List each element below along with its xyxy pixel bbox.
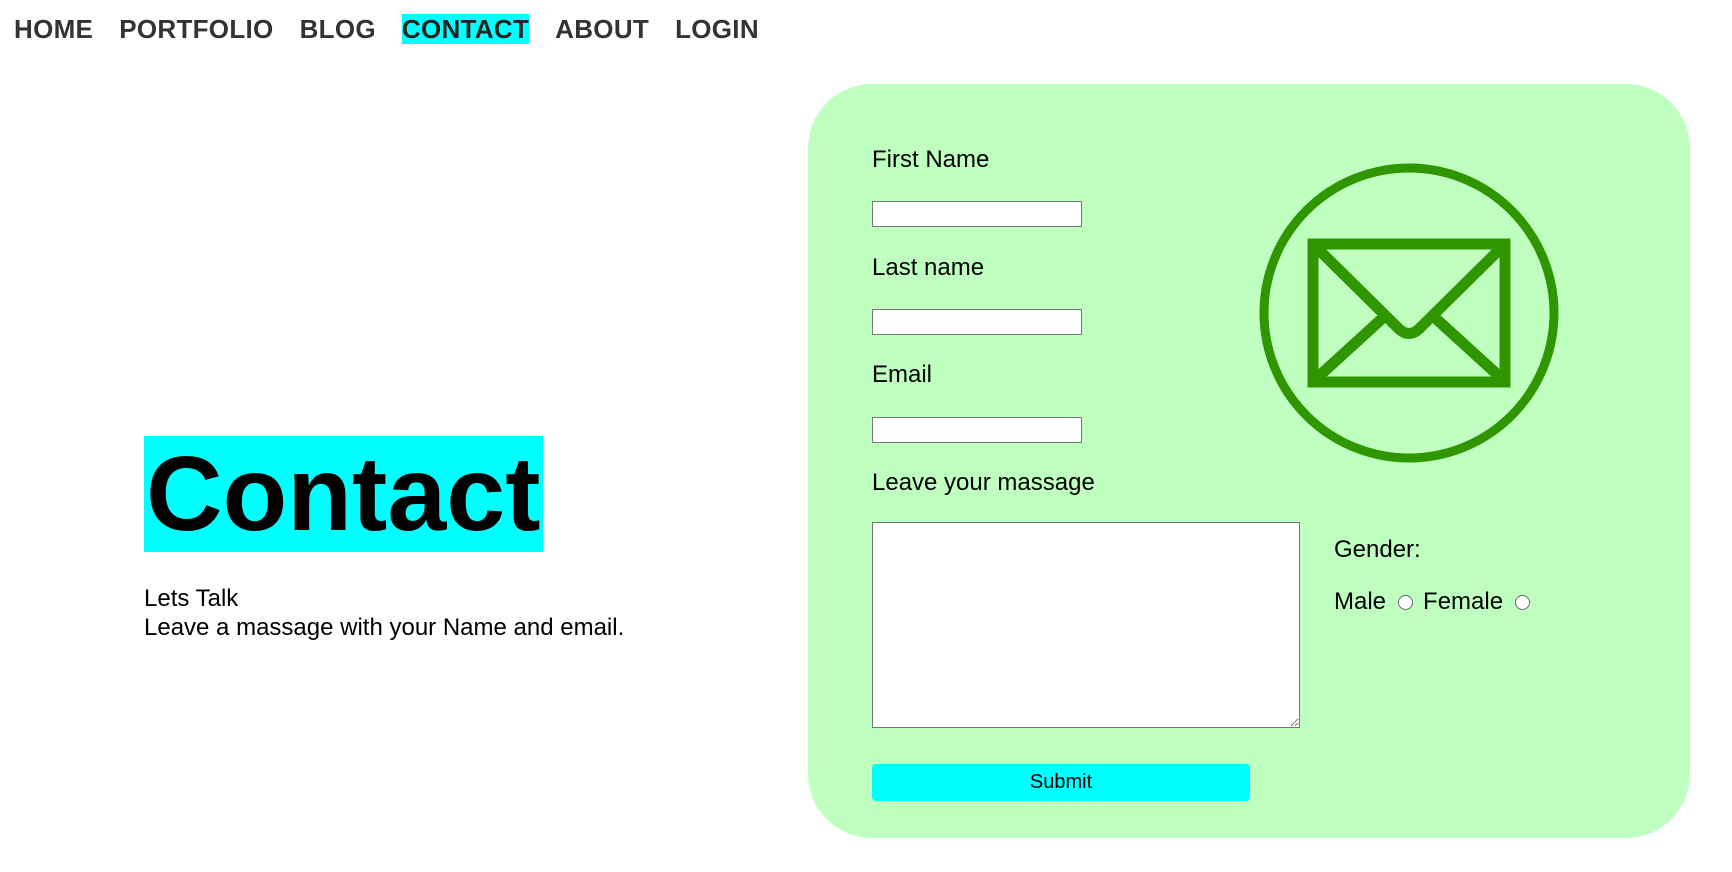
hero-line-2: Leave a massage with your Name and email… [144,614,625,641]
hero-line-1: Lets Talk [144,585,239,612]
nav-blog[interactable]: BLOG [300,14,376,44]
nav-portfolio[interactable]: PORTFOLIO [119,14,273,44]
first-name-label: First Name [872,146,990,173]
male-label: Male [1334,588,1387,615]
nav-login[interactable]: LOGIN [675,14,759,44]
last-name-label: Last name [872,254,985,281]
male-radio[interactable] [1398,594,1414,610]
nav-about[interactable]: ABOUT [555,14,649,44]
mail-circle-icon [1259,163,1559,463]
female-label: Female [1423,588,1504,615]
message-label: Leave your massage [872,469,1095,496]
female-radio[interactable] [1515,594,1531,610]
last-name-input[interactable] [872,309,1082,335]
nav-home[interactable]: HOME [14,14,93,44]
message-textarea[interactable] [872,522,1300,728]
contact-form-card: First Name Last name Email Leave your ma… [808,84,1690,838]
email-label: Email [872,361,933,388]
first-name-input[interactable] [872,201,1082,227]
top-nav: HOME PORTFOLIO BLOG CONTACT ABOUT LOGIN [14,14,759,44]
nav-contact[interactable]: CONTACT [401,14,530,44]
email-input[interactable] [872,417,1082,443]
page-title: Contact [144,435,543,553]
hero-subtitle: Lets Talk Leave a massage with your Name… [144,584,624,642]
gender-label: Gender: [1334,536,1421,563]
hero-section: Contact Lets Talk Leave a massage with y… [144,436,624,642]
gender-options: Male Female [1334,588,1540,616]
submit-button[interactable]: Submit [872,764,1250,801]
